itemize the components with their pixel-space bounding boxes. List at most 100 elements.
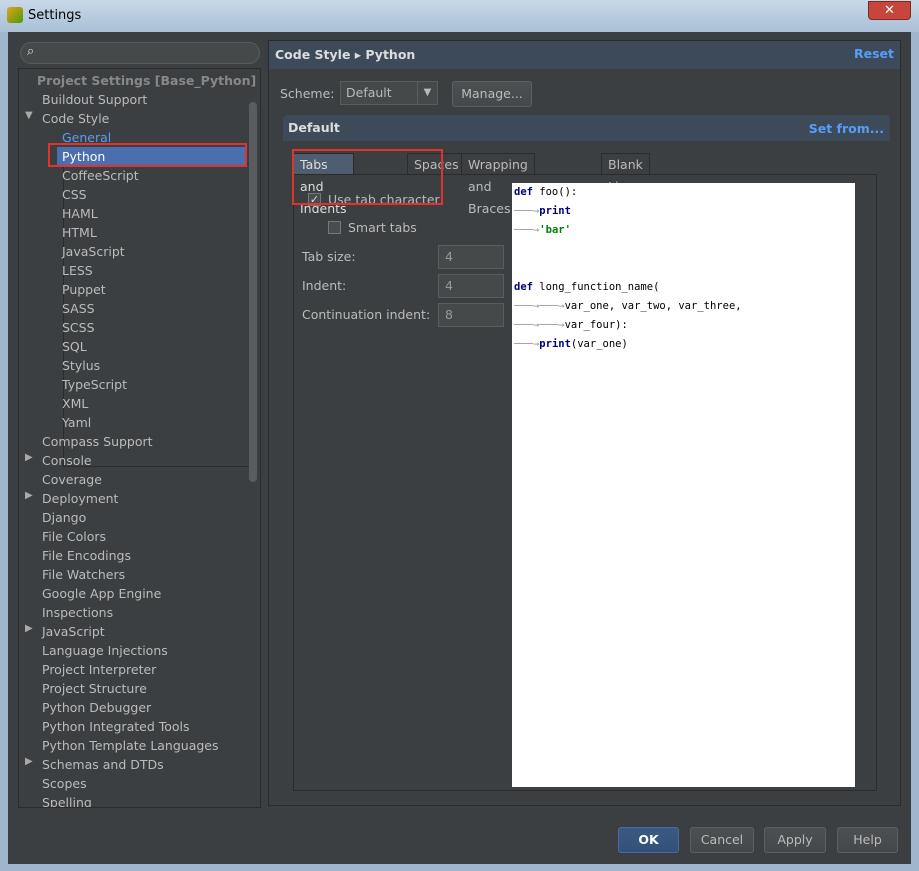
close-button[interactable]: ✕ bbox=[868, 1, 911, 20]
tree-item-label: Stylus bbox=[62, 358, 101, 373]
apply-button[interactable]: Apply bbox=[764, 827, 826, 853]
collapsed-arrow-icon[interactable]: ▶ bbox=[25, 490, 33, 501]
tree-item[interactable]: Deployment bbox=[42, 489, 118, 508]
tree-item[interactable]: Buildout Support bbox=[42, 90, 147, 109]
tree-item-label: File Watchers bbox=[42, 567, 126, 582]
tree-item-label: Scopes bbox=[42, 776, 87, 791]
code-token: def bbox=[514, 281, 533, 293]
tab-arrow-icon: ───→ bbox=[514, 224, 540, 236]
tree-item[interactable]: SASS bbox=[62, 299, 95, 318]
tree-item-label: Buildout Support bbox=[42, 92, 148, 107]
tree-item-label: Python Template Languages bbox=[42, 738, 219, 753]
tree-item[interactable]: CSS bbox=[62, 185, 87, 204]
tree-item-label: File Encodings bbox=[42, 548, 132, 563]
tree-item[interactable]: Coverage bbox=[42, 470, 102, 489]
set-from-link[interactable]: Set from... bbox=[809, 121, 884, 136]
title-bar: Settings ✕ bbox=[0, 0, 919, 32]
tab-size-field[interactable]: 4 bbox=[438, 245, 504, 269]
tree-item-label: Yaml bbox=[62, 415, 92, 430]
tree-item[interactable]: File Encodings bbox=[42, 546, 131, 565]
tree-item[interactable]: Python Template Languages bbox=[42, 736, 219, 755]
code-line: ───→print(var_one) bbox=[514, 338, 628, 354]
collapsed-arrow-icon[interactable]: ▶ bbox=[25, 623, 33, 634]
tab-blank-lines[interactable]: Blank Lines bbox=[601, 153, 650, 194]
manage-button[interactable]: Manage... bbox=[452, 81, 532, 107]
tree-item[interactable]: File Colors bbox=[42, 527, 106, 546]
collapsed-arrow-icon[interactable]: ▶ bbox=[25, 756, 33, 767]
tree-item[interactable]: HAML bbox=[62, 204, 98, 223]
tree-item-label: Project Interpreter bbox=[42, 662, 157, 677]
tab-arrow-icon: ───→ bbox=[514, 338, 540, 350]
help-button[interactable]: Help bbox=[837, 827, 898, 853]
tree-item[interactable]: Scopes bbox=[42, 774, 87, 793]
sidebar-scrollbar[interactable] bbox=[249, 102, 257, 482]
tree-item-label: Coverage bbox=[42, 472, 102, 487]
tree-item[interactable]: Inspections bbox=[42, 603, 113, 622]
tab-size-label: Tab size: bbox=[302, 249, 356, 264]
tree-item-label: Compass Support bbox=[42, 434, 153, 449]
tree-item[interactable]: Project Structure bbox=[42, 679, 147, 698]
tree-item[interactable]: Code Style bbox=[42, 109, 109, 128]
code-token: long_function_name( bbox=[532, 281, 660, 293]
tree-item[interactable]: Yaml bbox=[62, 413, 91, 432]
code-token: def bbox=[514, 186, 533, 198]
chevron-down-icon: ▼ bbox=[417, 82, 437, 104]
code-line: ───→───→var_one, var_two, var_three, bbox=[514, 300, 742, 316]
tree-item[interactable]: Puppet bbox=[62, 280, 106, 299]
scheme-label: Scheme: bbox=[280, 86, 335, 101]
tree-item[interactable]: Spelling bbox=[42, 793, 92, 807]
tree-item[interactable]: HTML bbox=[62, 223, 97, 242]
tree-item-label: JavaScript bbox=[62, 244, 125, 259]
tree-item-label: HTML bbox=[62, 225, 97, 240]
continuation-indent-field[interactable]: 8 bbox=[438, 303, 504, 327]
tree-item[interactable]: SQL bbox=[62, 337, 87, 356]
tree-item[interactable]: JavaScript bbox=[62, 242, 125, 261]
smart-tabs-checkbox[interactable] bbox=[328, 221, 341, 234]
tree-item-label: SASS bbox=[62, 301, 95, 316]
tree-item[interactable]: CoffeeScript bbox=[62, 166, 139, 185]
tree-item[interactable]: LESS bbox=[62, 261, 93, 280]
expanded-arrow-icon[interactable]: ▼ bbox=[25, 110, 33, 121]
indent-field[interactable]: 4 bbox=[438, 274, 504, 298]
smart-tabs-label: Smart tabs bbox=[348, 220, 417, 235]
ok-button[interactable]: OK bbox=[618, 827, 679, 853]
tree-item-label: Python Debugger bbox=[42, 700, 152, 715]
tree-item[interactable]: SCSS bbox=[62, 318, 95, 337]
tree-item[interactable]: Python Debugger bbox=[42, 698, 151, 717]
highlight-use-tab bbox=[292, 149, 443, 205]
tab-wrapping-and-braces[interactable]: Wrapping and Braces bbox=[461, 153, 535, 216]
collapsed-arrow-icon[interactable]: ▶ bbox=[25, 452, 33, 463]
reset-link[interactable]: Reset bbox=[854, 46, 894, 61]
tree-item[interactable]: Python Integrated Tools bbox=[42, 717, 190, 736]
code-token: foo(): bbox=[532, 186, 578, 198]
tree-item-label: File Colors bbox=[42, 529, 107, 544]
window-title: Settings bbox=[28, 8, 82, 23]
tree-item[interactable]: Console bbox=[42, 451, 92, 470]
breadcrumb: Code Style ▸ Python bbox=[269, 41, 900, 69]
code-token: print bbox=[539, 338, 571, 350]
tree-item-label: Python Integrated Tools bbox=[42, 719, 190, 734]
tree-item-label: CoffeeScript bbox=[62, 168, 139, 183]
main-panel: Code Style ▸ Python Reset Scheme: Defaul… bbox=[268, 40, 901, 806]
tree-item[interactable]: JavaScript bbox=[42, 622, 105, 641]
tree-item[interactable]: Compass Support bbox=[42, 432, 153, 451]
tree-item[interactable]: Google App Engine bbox=[42, 584, 161, 603]
tree-item[interactable]: File Watchers bbox=[42, 565, 125, 584]
tree-item[interactable]: Project Interpreter bbox=[42, 660, 156, 679]
tree-item[interactable]: Schemas and DTDs bbox=[42, 755, 164, 774]
tree-item[interactable]: Language Injections bbox=[42, 641, 168, 660]
search-icon: ⌕ bbox=[27, 44, 35, 59]
tree-item[interactable]: XML bbox=[62, 394, 88, 413]
scheme-select[interactable]: Default ▼ bbox=[340, 81, 438, 105]
search-input[interactable]: ⌕ bbox=[20, 42, 260, 64]
tree-item[interactable]: TypeScript bbox=[62, 375, 127, 394]
tree-item-label: TypeScript bbox=[62, 377, 127, 392]
tree-item-label: Deployment bbox=[42, 491, 119, 506]
section-header: Project Settings [Base_Python] bbox=[37, 73, 257, 88]
cancel-button[interactable]: Cancel bbox=[690, 827, 754, 853]
tree-item[interactable]: Stylus bbox=[62, 356, 100, 375]
code-token: print bbox=[539, 205, 571, 217]
tree-item[interactable]: Django bbox=[42, 508, 86, 527]
app-logo-icon bbox=[7, 7, 23, 23]
tree-item-label: Code Style bbox=[42, 111, 110, 126]
